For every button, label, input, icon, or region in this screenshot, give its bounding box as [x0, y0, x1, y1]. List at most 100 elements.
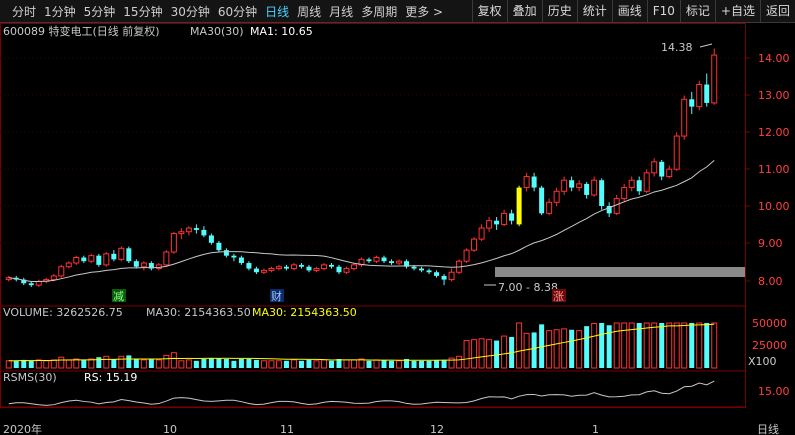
candle-body — [711, 54, 718, 104]
volume-bar — [478, 338, 485, 369]
volume-bar — [636, 323, 642, 368]
candle-body — [88, 255, 95, 262]
rsms-tick: 15.00 — [758, 385, 790, 398]
min-price-label: 7.00 - 8.38 — [498, 281, 558, 294]
candle-body — [50, 275, 57, 281]
price-tick: 14.00 — [758, 52, 790, 65]
candle-body — [501, 212, 508, 225]
rsms-line — [8, 380, 715, 406]
price-tick: 13.00 — [758, 89, 790, 102]
period-daily[interactable]: 日线 — [261, 3, 293, 20]
volume-bar — [320, 359, 327, 369]
volume-bar — [584, 326, 590, 368]
toolbar-left-margin — [0, 0, 8, 22]
volume-bar — [666, 322, 673, 369]
candle-body — [673, 135, 680, 170]
period-more[interactable]: 更多 > — [401, 3, 447, 20]
candle-body — [238, 257, 244, 264]
volume-bar — [103, 355, 110, 369]
candle-body — [320, 264, 327, 270]
volume-bar — [260, 360, 267, 369]
volume-header: VOLUME: 3262526.75 — [3, 306, 123, 319]
candle-body — [208, 235, 214, 243]
period-15min[interactable]: 15分钟 — [119, 3, 166, 20]
back-button[interactable]: 返回 — [759, 0, 795, 22]
max-price-label: 14.38 — [661, 41, 693, 54]
candle-body — [539, 187, 545, 214]
period-30min[interactable]: 30分钟 — [167, 3, 214, 20]
volume-bar — [126, 355, 132, 368]
kline-chart[interactable]: 600089 特变电工(日线 前复权) MA30(30) MA1: 10.65 … — [0, 23, 795, 435]
period-5min[interactable]: 5分钟 — [80, 3, 120, 20]
volume-bar — [193, 360, 199, 368]
rise-marker[interactable]: 涨 — [553, 290, 564, 303]
volume-bar — [396, 360, 403, 369]
price-tick: 9.00 — [758, 237, 783, 250]
draw-line-button[interactable]: 画线 — [611, 0, 647, 22]
rsms-value: RS: 15.19 — [84, 371, 137, 384]
volume-bar — [711, 322, 718, 369]
candle-body — [396, 260, 403, 264]
statistics-button[interactable]: 统计 — [576, 0, 612, 22]
candle-body — [636, 180, 642, 192]
candle-body — [253, 268, 259, 273]
volume-tick: 25000 — [752, 339, 787, 352]
xaxis-label: 11 — [280, 423, 294, 435]
candle-body — [268, 268, 275, 271]
volume-bar — [389, 360, 395, 368]
add-watchlist-button[interactable]: +自选 — [714, 0, 760, 22]
price-range-band — [495, 267, 745, 277]
candle-body — [659, 161, 665, 177]
volume-bar — [419, 360, 425, 368]
volume-bar — [246, 359, 252, 368]
candle-body — [666, 168, 673, 178]
period-fenshi[interactable]: 分时 — [8, 3, 40, 20]
ma-value: MA1: 10.65 — [250, 25, 313, 38]
restore-rights-button[interactable]: 复权 — [471, 0, 507, 22]
period-multi[interactable]: 多周期 — [357, 3, 401, 20]
candle-body — [591, 179, 598, 196]
period-weekly[interactable]: 周线 — [293, 3, 325, 20]
xaxis-label: 2020年 — [3, 422, 42, 435]
volume-bar — [313, 360, 320, 369]
top-toolbar: 分时 1分钟 5分钟 15分钟 30分钟 60分钟 日线 周线 月线 多周期 更… — [0, 0, 795, 23]
volume-bar — [283, 360, 289, 368]
volume-bar — [35, 359, 42, 369]
volume-bar — [201, 359, 207, 368]
finance-marker[interactable]: 财 — [271, 289, 282, 303]
period-1min[interactable]: 1分钟 — [40, 3, 80, 20]
period-60min[interactable]: 60分钟 — [214, 3, 261, 20]
xaxis-right-label: 日线 — [757, 422, 779, 435]
candle-body — [163, 251, 170, 266]
volume-bar — [163, 354, 170, 369]
volume-bar — [381, 359, 387, 368]
candle-body — [178, 231, 185, 235]
xaxis-label: 12 — [430, 423, 444, 435]
volume-bar — [613, 322, 620, 369]
rsms-layer — [8, 380, 715, 406]
price-tick: 11.00 — [758, 163, 790, 176]
candle-body — [193, 228, 199, 230]
volume-bar — [140, 359, 147, 369]
reduce-marker[interactable]: 减 — [113, 290, 124, 303]
candle-body — [343, 268, 350, 273]
volume-bar — [553, 329, 560, 369]
volume-bar — [238, 359, 244, 368]
candle-body — [553, 190, 560, 203]
volume-bar — [13, 360, 19, 368]
volume-bar — [118, 355, 125, 369]
volume-bar — [275, 360, 282, 369]
candle-body — [546, 201, 553, 214]
f10-button[interactable]: F10 — [646, 0, 680, 22]
history-button[interactable]: 历史 — [541, 0, 577, 22]
mark-button[interactable]: 标记 — [679, 0, 715, 22]
period-monthly[interactable]: 月线 — [325, 3, 357, 20]
candle-body — [118, 247, 125, 260]
volume-bar — [28, 360, 34, 368]
volume-bar — [298, 360, 304, 368]
candles-layer — [5, 43, 745, 287]
candle-body — [463, 249, 470, 262]
candle-body — [576, 183, 583, 189]
overlay-button[interactable]: 叠加 — [506, 0, 542, 22]
candle-body — [434, 272, 440, 276]
